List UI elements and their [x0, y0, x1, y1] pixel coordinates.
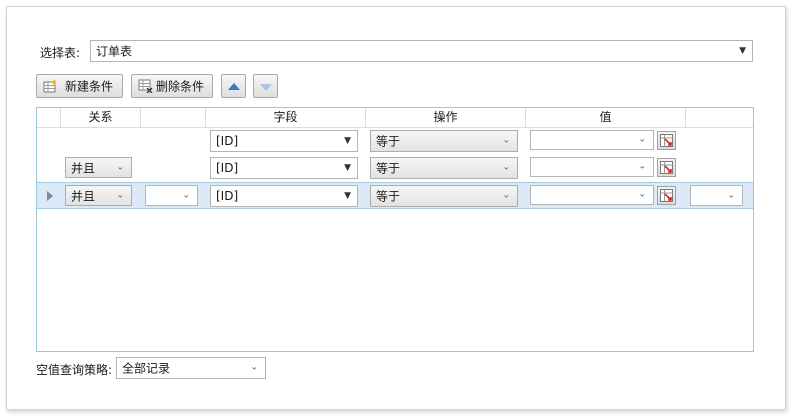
bracket-dropdown[interactable]: ⌄: [145, 185, 198, 206]
header-field[interactable]: 字段: [206, 108, 366, 127]
new-condition-label: 新建条件: [65, 79, 114, 94]
value-dropdown[interactable]: ⌄: [530, 157, 654, 177]
value-dropdown[interactable]: ⌄: [530, 130, 654, 150]
field-dropdown[interactable]: [ID] ▼: [210, 185, 358, 207]
dropdown-arrow-icon: ▼: [344, 163, 351, 173]
new-condition-icon: [43, 79, 57, 93]
value-picker-button[interactable]: [657, 131, 676, 150]
dropdown-arrow-icon: ▼: [344, 136, 351, 146]
field-value: [ID]: [216, 161, 239, 175]
condition-row[interactable]: [ID] ▼ 等于 ⌄ ⌄: [37, 128, 753, 155]
field-value: [ID]: [216, 189, 239, 203]
field-picker-icon: [660, 134, 673, 147]
table-select-dropdown[interactable]: 订单表 ▼: [90, 40, 753, 62]
relation-dropdown[interactable]: 并且 ⌄: [65, 185, 132, 206]
operation-value: 等于: [376, 189, 401, 204]
arrow-down-icon: [260, 84, 272, 91]
field-value: [ID]: [216, 134, 239, 148]
field-dropdown[interactable]: [ID] ▼: [210, 130, 358, 152]
closing-bracket-dropdown[interactable]: ⌄: [690, 185, 743, 206]
chevron-down-icon: ⌄: [638, 161, 646, 172]
chevron-down-icon: ⌄: [638, 134, 646, 145]
null-policy-value: 全部记录: [122, 361, 171, 376]
move-down-button[interactable]: [253, 74, 278, 98]
chevron-down-icon: ⌄: [502, 190, 510, 201]
delete-condition-icon: [138, 79, 153, 93]
null-policy-dropdown[interactable]: 全部记录 ⌄: [116, 357, 266, 379]
operation-value: 等于: [376, 161, 401, 176]
null-policy-label: 空值查询策略:: [36, 363, 113, 377]
chevron-down-icon: ⌄: [502, 135, 510, 146]
table-select-label: 选择表:: [40, 46, 81, 60]
relation-value: 并且: [71, 161, 96, 175]
dropdown-arrow-icon: ▼: [739, 46, 746, 56]
header-bracket[interactable]: [141, 108, 206, 127]
value-picker-button[interactable]: [657, 186, 676, 205]
delete-condition-label: 删除条件: [156, 79, 205, 94]
field-picker-icon: [660, 189, 673, 202]
chevron-down-icon: ⌄: [250, 362, 258, 373]
table-select-value: 订单表: [96, 44, 133, 59]
condition-row[interactable]: 并且 ⌄ [ID] ▼ 等于 ⌄ ⌄: [37, 155, 753, 182]
header-relation[interactable]: 关系: [61, 108, 141, 127]
chevron-down-icon: ⌄: [638, 189, 646, 200]
chevron-down-icon: ⌄: [502, 162, 510, 173]
grid-header: 关系 字段 操作 值: [37, 108, 753, 128]
operation-dropdown[interactable]: 等于 ⌄: [370, 130, 518, 152]
chevron-down-icon: ⌄: [116, 190, 124, 200]
operation-value: 等于: [376, 134, 401, 149]
field-picker-icon: [660, 161, 673, 174]
header-value[interactable]: 值: [526, 108, 686, 127]
header-row-indicator: [37, 108, 61, 127]
delete-condition-button[interactable]: 删除条件: [131, 74, 213, 98]
arrow-up-icon: [228, 83, 240, 90]
value-picker-button[interactable]: [657, 158, 676, 177]
chevron-down-icon: ⌄: [182, 190, 190, 200]
field-dropdown[interactable]: [ID] ▼: [210, 157, 358, 179]
new-condition-button[interactable]: 新建条件: [36, 74, 123, 98]
condition-row-selected[interactable]: 并且 ⌄ ⌄ [ID] ▼ 等于 ⌄ ⌄ ⌄: [37, 182, 753, 209]
header-operation[interactable]: 操作: [366, 108, 526, 127]
chevron-down-icon: ⌄: [116, 162, 124, 172]
chevron-down-icon: ⌄: [727, 190, 735, 200]
value-dropdown[interactable]: ⌄: [530, 185, 654, 205]
current-row-indicator-icon: [47, 191, 53, 201]
header-extra[interactable]: [686, 108, 753, 127]
relation-dropdown[interactable]: 并且 ⌄: [65, 157, 132, 178]
relation-value: 并且: [71, 189, 96, 203]
dropdown-arrow-icon: ▼: [344, 191, 351, 201]
operation-dropdown[interactable]: 等于 ⌄: [370, 157, 518, 179]
operation-dropdown[interactable]: 等于 ⌄: [370, 185, 518, 207]
condition-grid: 关系 字段 操作 值 [ID] ▼ 等于 ⌄ ⌄ 并且 ⌄ [ID] ▼ 等于 …: [36, 107, 754, 352]
move-up-button[interactable]: [221, 74, 246, 98]
